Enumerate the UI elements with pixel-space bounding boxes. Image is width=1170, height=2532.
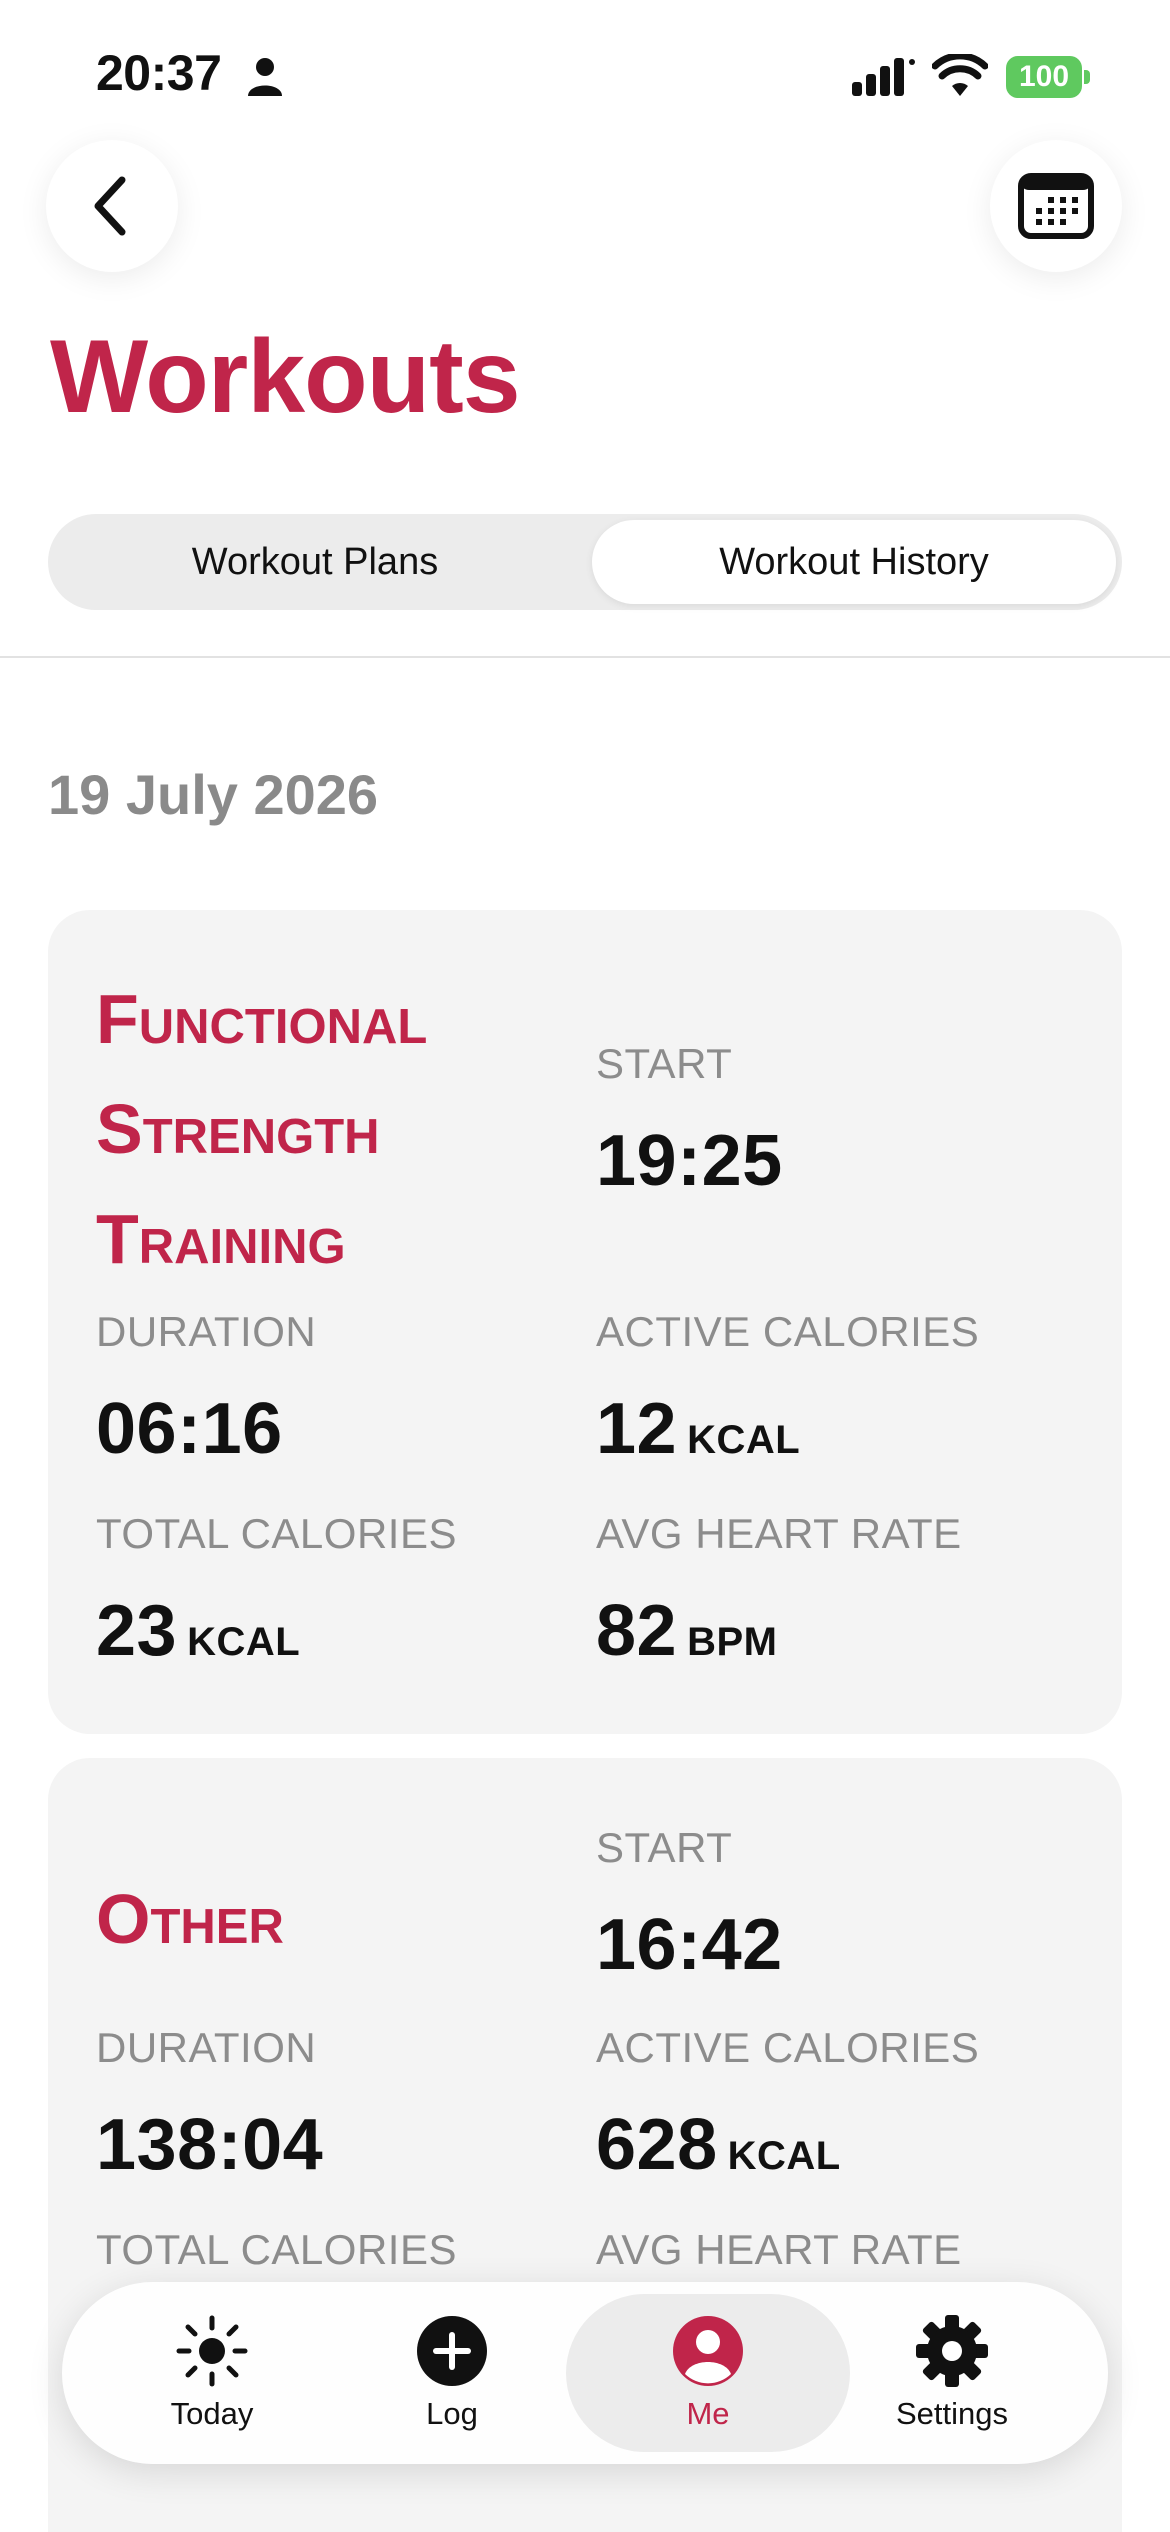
workout-title: Functional Strength Training [96,980,428,1278]
back-button[interactable] [46,140,178,272]
calendar-icon [1018,173,1094,239]
active-calories-unit: KCAL [727,2134,841,2178]
start-label: START [596,1040,733,1087]
signal-icon [852,58,915,96]
start-value: 16:42 [596,1905,783,1985]
segment-workout-history[interactable]: Workout History [592,520,1116,604]
heart-rate-number: 82 [596,1591,678,1671]
gear-icon [916,2315,988,2387]
battery-indicator: 100 [1006,56,1090,98]
workout-segmented-control: Workout Plans Workout History [48,514,1122,610]
battery-tip [1084,70,1090,84]
start-value: 19:25 [596,1121,783,1201]
active-calories-value: 628 KCAL [596,2104,841,2186]
workout-card[interactable]: Functional Strength Training START 19:25… [48,910,1122,1734]
chevron-left-icon [94,176,126,236]
active-calories-label: ACTIVE CALORIES [596,2024,980,2071]
plus-circle-icon [417,2316,487,2386]
tab-label: Log [426,2396,478,2431]
total-calories-number: 23 [96,1591,178,1671]
heart-rate-unit: BPM [687,1620,778,1664]
active-calories-label: ACTIVE CALORIES [596,1308,980,1355]
duration-value: 138:04 [96,2105,324,2185]
total-calories-label: TOTAL CALORIES [96,1510,457,1557]
tab-settings[interactable]: Settings [862,2282,1042,2464]
workout-title: Other [96,1880,284,1958]
active-calories-value: 12 KCAL [596,1388,800,1470]
status-bar: 20:37 100 [0,0,1170,150]
tab-label: Today [170,2396,254,2431]
calendar-button[interactable] [990,140,1122,272]
tab-bar: Today Log Me Settings [62,2282,1108,2464]
page-title: Workouts [50,319,521,435]
date-heading: 19 July 2026 [48,763,379,826]
tab-me[interactable]: Me [566,2282,850,2464]
active-calories-number: 12 [596,1389,678,1469]
tab-log[interactable]: Log [382,2282,522,2464]
heart-rate-value: 82 BPM [596,1590,777,1672]
tab-today[interactable]: Today [132,2282,292,2464]
heart-rate-label: AVG HEART RATE [596,1510,962,1557]
tab-label: Settings [895,2396,1008,2431]
active-calories-unit: KCAL [687,1418,801,1462]
divider [0,656,1170,658]
wifi-icon [932,54,988,96]
battery-level: 100 [1006,56,1082,98]
sun-icon [176,2315,248,2387]
duration-label: DURATION [96,1308,317,1355]
total-calories-unit: KCAL [187,1620,301,1664]
heart-rate-label: AVG HEART RATE [596,2226,962,2273]
person-circle-icon [673,2316,743,2386]
active-calories-number: 628 [596,2105,718,2185]
total-calories-label: TOTAL CALORIES [96,2226,457,2273]
person-icon [248,58,282,96]
status-time: 20:37 [96,45,222,101]
total-calories-value: 23 KCAL [96,1590,300,1672]
tab-label: Me [686,2396,730,2431]
duration-value: 06:16 [96,1389,283,1469]
start-label: START [596,1824,733,1871]
duration-label: DURATION [96,2024,317,2071]
segment-workout-plans[interactable]: Workout Plans [54,520,576,604]
